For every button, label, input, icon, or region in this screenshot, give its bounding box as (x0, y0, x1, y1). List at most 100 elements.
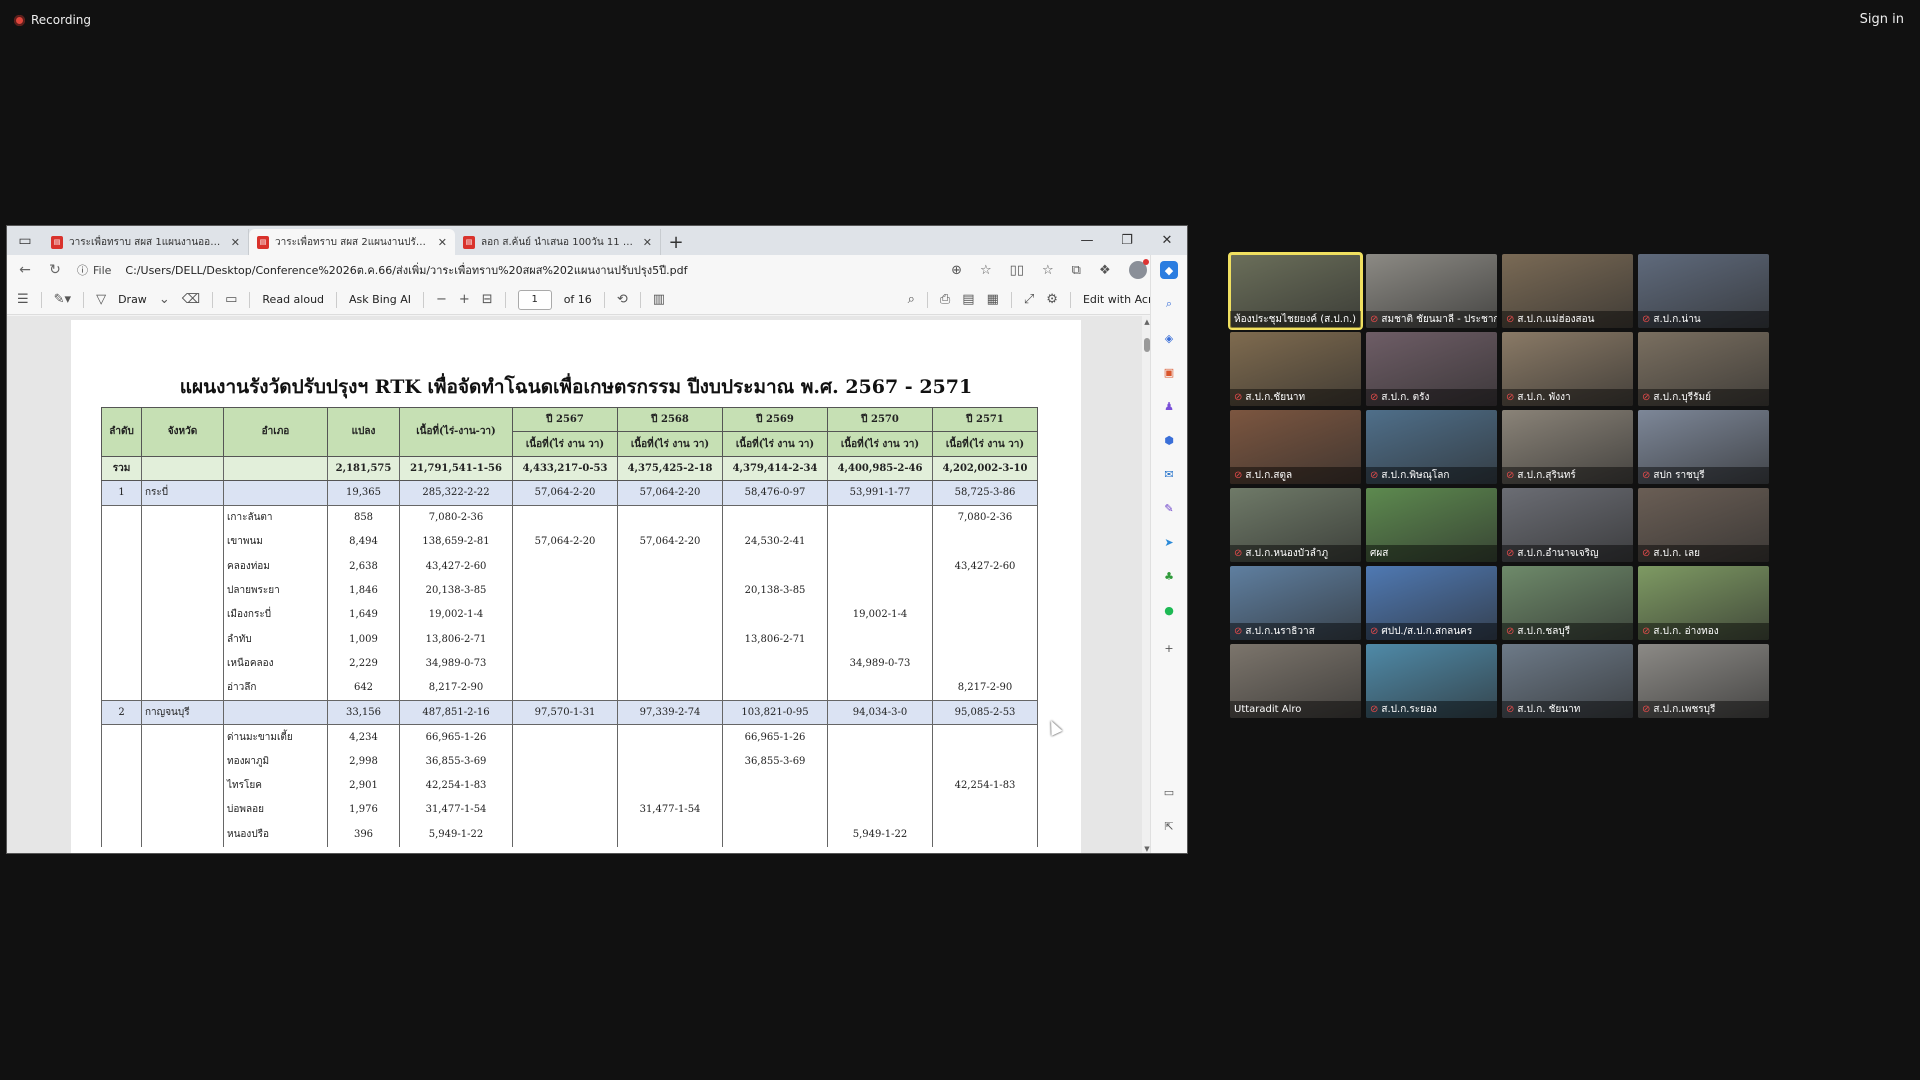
participant-tile[interactable]: ⊘ ส.ป.ก. ตรัง (1366, 332, 1497, 406)
participant-tile[interactable]: ⊘ ส.ป.ก. พังงา (1502, 332, 1633, 406)
cell-plots: 8,494 (327, 529, 400, 554)
favorites-icon[interactable]: ☆ (1042, 263, 1054, 278)
mic-muted-icon: ⊘ (1370, 314, 1379, 325)
restore-icon[interactable]: ❐ (1107, 226, 1147, 255)
participant-tile[interactable]: ⊘ ส.ป.ก.สุรินทร์ (1502, 410, 1633, 484)
cell-district (223, 480, 328, 506)
url-field[interactable]: C:/Users/DELL/Desktop/Conference%2026ต.ค… (125, 261, 937, 279)
save-as-icon[interactable]: ▦ (987, 292, 999, 307)
refresh-icon[interactable]: ↻ (47, 262, 63, 278)
divider (212, 291, 214, 308)
tree-icon[interactable]: ♣ (1160, 567, 1178, 585)
fit-page-icon[interactable]: ⊟ (482, 292, 493, 307)
participant-tile[interactable]: ⊘ ส.ป.ก.หนองบัวลำภู (1230, 488, 1361, 562)
participant-tile[interactable]: Uttaradit Alro (1230, 644, 1361, 718)
close-icon[interactable]: ✕ (231, 236, 240, 249)
cell-y2569: 66,965-1-26 (722, 724, 828, 749)
participant-tile[interactable]: ⊘ ส.ป.ก.อำนาจเจริญ (1502, 488, 1633, 562)
participant-tile[interactable]: ⊘ ส.ป.ก.ชัยนาท (1230, 332, 1361, 406)
participant-caption: ⊘ ส.ป.ก. อ่างทอง (1638, 623, 1769, 640)
cell-y2570 (827, 529, 933, 554)
outlook-icon[interactable]: ✉ (1160, 465, 1178, 483)
tab-3[interactable]: ▤ ลอก ส.ค้นย์ นำเสนอ 100วัน 11 ตค66 ✕ (455, 229, 661, 255)
favorite-star-icon[interactable]: ☆ (980, 263, 992, 278)
participant-tile[interactable]: ⊘ สปก ราชบุรี (1638, 410, 1769, 484)
games-icon[interactable]: ♟ (1160, 397, 1178, 415)
participant-tile[interactable]: ⊘ ส.ป.ก.นราธิวาส (1230, 566, 1361, 640)
ask-bing-button[interactable]: Ask Bing AI (349, 293, 411, 306)
eraser-icon[interactable]: ⌫ (182, 292, 200, 307)
minimize-icon[interactable]: — (1067, 226, 1107, 255)
add-icon[interactable]: + (1160, 639, 1178, 657)
cell-y2568 (617, 822, 723, 847)
profile-avatar[interactable] (1128, 259, 1149, 279)
new-tab-button[interactable]: + (661, 229, 691, 255)
collections-icon[interactable]: ⧉ (1072, 263, 1081, 278)
participant-grid: ห้องประชุมไชยยงค์ (ส.ป.ก.) ⊘ สมชาติ ชัยนมา… (1228, 252, 1890, 827)
participant-tile[interactable]: ⊘ ส.ป.ก.บุรีรัมย์ (1638, 332, 1769, 406)
chevron-down-icon[interactable]: ⌄ (159, 292, 170, 307)
print-icon[interactable]: ⎙ (940, 292, 950, 307)
zoom-icon[interactable]: ⊕ (951, 263, 962, 278)
participant-tile[interactable]: ⊘ ส.ป.ก.แม่ฮ่องสอน (1502, 254, 1633, 328)
designer-icon[interactable]: ✎ (1160, 499, 1178, 517)
save-icon[interactable]: ▤ (962, 292, 974, 307)
search-icon[interactable]: ⌕ (908, 292, 915, 307)
cell-y2568: 97,339-2-74 (617, 699, 723, 726)
page-number-input[interactable]: 1 (517, 289, 552, 310)
participant-tile[interactable]: ⊘ ส.ป.ก.น่าน (1638, 254, 1769, 328)
close-icon[interactable]: ✕ (438, 236, 447, 249)
cell-seq: 1 (101, 480, 142, 506)
spotify-icon[interactable]: ● (1160, 601, 1178, 619)
pdf-viewer[interactable]: แผนงานรังวัดปรับปรุงฯ RTK เพื่อจัดทำโฉนด… (7, 316, 1152, 853)
site-info[interactable]: ⓘ File (77, 262, 111, 278)
tools-icon[interactable]: ▣ (1160, 363, 1178, 381)
tab-actions-icon[interactable]: ▭ (7, 226, 43, 255)
participant-tile[interactable]: ห้องประชุมไชยยงค์ (ส.ป.ก.) (1228, 252, 1363, 330)
participant-tile[interactable]: ⊘ ส.ป.ก. ชัยนาท (1502, 644, 1633, 718)
mic-muted-icon: ⊘ (1370, 626, 1379, 637)
cell-y2567 (512, 505, 618, 530)
page-view-icon[interactable]: ▥ (653, 292, 665, 307)
zoom-out-icon[interactable]: − (436, 292, 447, 307)
back-icon[interactable]: ← (17, 262, 33, 278)
highlight-icon[interactable]: ✎▾ (54, 292, 71, 307)
participant-tile[interactable]: ⊘ ส.ป.ก. เลย (1638, 488, 1769, 562)
extensions-icon[interactable]: ❖ (1099, 263, 1111, 278)
microsoft365-icon[interactable]: ⬢ (1160, 431, 1178, 449)
participant-tile[interactable]: ⊘ ส.ป.ก.พิษณุโลก (1366, 410, 1497, 484)
participant-tile[interactable]: ⊘ ศปป./ส.ป.ก.สกลนคร (1366, 566, 1497, 640)
close-icon[interactable]: ✕ (643, 236, 652, 249)
view-icon[interactable]: ▭ (225, 292, 237, 307)
fullscreen-icon[interactable]: ⤢ (1024, 292, 1034, 307)
participant-tile[interactable]: ⊘ ส.ป.ก.เพชรบุรี (1638, 644, 1769, 718)
tab-2[interactable]: ▤ วาระเพื่อทราบ สผส 2แผนงานปรับปรุง ✕ (249, 229, 455, 255)
shopping-icon[interactable]: ◈ (1160, 329, 1178, 347)
total-y2571: 4,202,002-3-10 (932, 455, 1038, 482)
header-seq: ลำดับ (101, 407, 142, 457)
rotate-icon[interactable]: ⟲ (617, 292, 628, 307)
draw-button[interactable]: Draw (118, 293, 147, 306)
zoom-in-icon[interactable]: + (459, 292, 470, 307)
participant-tile[interactable]: ⊘ สมชาติ ชัยนมาลี - ประชาก... (1366, 254, 1497, 328)
participant-tile[interactable]: ⊘ ส.ป.ก.ชลบุรี (1502, 566, 1633, 640)
send-icon[interactable]: ➤ (1160, 533, 1178, 551)
external-link-icon[interactable]: ⇱ (1160, 817, 1178, 835)
sign-in-button[interactable]: Sign in (1860, 12, 1904, 27)
draw-icon[interactable]: ▽ (96, 292, 106, 307)
search-icon[interactable]: ⌕ (1160, 295, 1178, 313)
contents-icon[interactable]: ☰ (17, 292, 29, 307)
split-screen-icon[interactable]: ▯▯ (1010, 263, 1024, 278)
mic-muted-icon: ⊘ (1642, 392, 1651, 403)
read-aloud-button[interactable]: Read aloud (262, 293, 324, 306)
settings-icon[interactable]: ⚙ (1046, 292, 1058, 307)
participant-tile[interactable]: ⊘ ส.ป.ก. อ่างทอง (1638, 566, 1769, 640)
close-window-icon[interactable]: ✕ (1147, 226, 1187, 255)
participant-tile[interactable]: ⊘ ส.ป.ก.สตูล (1230, 410, 1361, 484)
sidebar-toggle-icon[interactable]: ▭ (1160, 783, 1178, 801)
participant-tile[interactable]: ศผส (1366, 488, 1497, 562)
settings-icon[interactable]: ⚙ (1160, 851, 1178, 853)
participant-tile[interactable]: ⊘ ส.ป.ก.ระยอง (1366, 644, 1497, 718)
copilot-icon[interactable]: ◆ (1160, 261, 1178, 279)
tab-1[interactable]: ▤ วาระเพื่อทราบ สผส 1แผนงานออกโฉนดเพื่อ … (43, 229, 249, 255)
